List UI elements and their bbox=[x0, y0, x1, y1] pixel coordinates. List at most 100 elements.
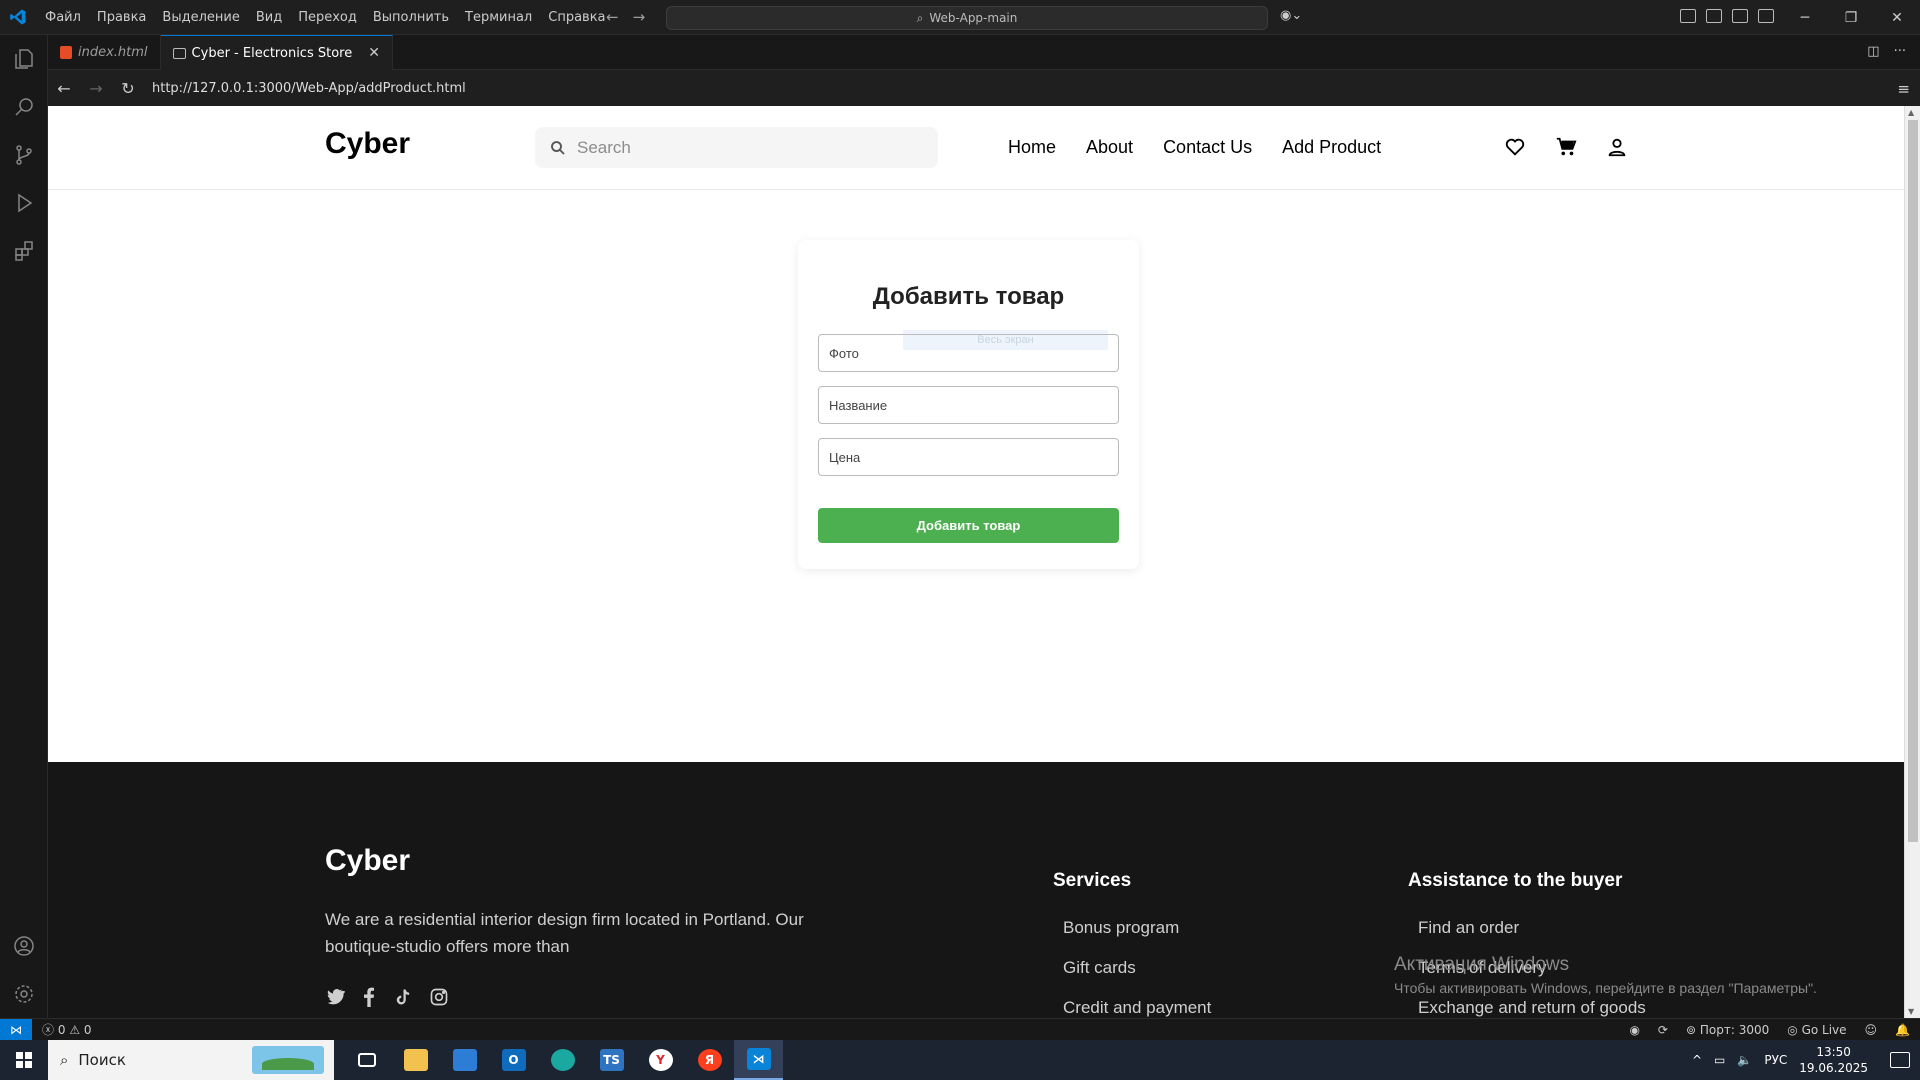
clock-time: 13:50 bbox=[1816, 1045, 1851, 1059]
preview-icon bbox=[172, 47, 186, 59]
taskbar-apps: O TS Y Я ⋊ bbox=[342, 1040, 783, 1080]
accounts-icon[interactable] bbox=[0, 922, 48, 970]
system-tray: ^ ▭ 🔈 РУС 13:50 19.06.2025 bbox=[1692, 1040, 1920, 1080]
customize-layout-icon[interactable] bbox=[1680, 9, 1696, 23]
menu-view[interactable]: Вид bbox=[248, 0, 290, 35]
site-logo[interactable]: Cyber bbox=[325, 127, 410, 161]
tab-simple-browser[interactable]: Cyber - Electronics Store ✕ bbox=[160, 35, 393, 70]
menu-go[interactable]: Переход bbox=[290, 0, 365, 35]
go-forward-icon[interactable]: → bbox=[633, 8, 646, 26]
nav-about[interactable]: About bbox=[1086, 137, 1133, 158]
editor-tabs: index.html Cyber - Electronics Store ✕ ◫… bbox=[48, 35, 1920, 70]
manage-gear-icon[interactable] bbox=[0, 970, 48, 1018]
problems-indicator[interactable]: ⓧ 0 ⚠ 0 bbox=[42, 1021, 92, 1038]
vscode-taskbar-icon[interactable]: ⋊ bbox=[734, 1040, 783, 1080]
start-button[interactable] bbox=[0, 1040, 48, 1080]
scrollbar-thumb[interactable] bbox=[1908, 120, 1918, 842]
tab-label: Cyber - Electronics Store bbox=[191, 45, 353, 61]
command-center[interactable]: ⌕ Web-App-main bbox=[666, 6, 1268, 30]
footer-link[interactable]: Find an order bbox=[1418, 918, 1646, 958]
more-actions-icon[interactable]: ··· bbox=[1894, 44, 1906, 59]
menu-selection[interactable]: Выделение bbox=[154, 0, 247, 35]
task-view-icon[interactable] bbox=[342, 1040, 391, 1080]
outlook-icon[interactable]: O bbox=[489, 1040, 538, 1080]
footer-link[interactable]: Credit and payment bbox=[1063, 998, 1211, 1018]
yandex-icon[interactable]: Я bbox=[685, 1040, 734, 1080]
menu-file[interactable]: Файл bbox=[37, 0, 89, 35]
footer-logo[interactable]: Cyber bbox=[325, 844, 410, 878]
wishlist-heart-icon[interactable] bbox=[1504, 136, 1526, 162]
tab-index-html[interactable]: index.html bbox=[48, 35, 161, 70]
clock[interactable]: 13:50 19.06.2025 bbox=[1799, 1044, 1868, 1076]
minimize-icon[interactable]: ─ bbox=[1782, 0, 1828, 35]
extensions-icon[interactable] bbox=[0, 227, 48, 275]
browser-reload-icon[interactable]: ↻ bbox=[112, 79, 144, 98]
typescript-app-icon[interactable]: TS bbox=[587, 1040, 636, 1080]
browser-menu-icon[interactable]: ≡ bbox=[1897, 80, 1910, 98]
twitter-icon[interactable] bbox=[325, 987, 346, 1012]
photo-field[interactable]: Фото bbox=[818, 334, 1119, 372]
footer-link[interactable]: Gift cards bbox=[1063, 958, 1211, 998]
action-center-icon[interactable] bbox=[1890, 1052, 1910, 1068]
volume-muted-icon[interactable]: 🔈 bbox=[1737, 1053, 1752, 1067]
tray-overflow-icon[interactable]: ^ bbox=[1692, 1053, 1702, 1067]
file-explorer-icon[interactable] bbox=[391, 1040, 440, 1080]
activity-bar-bottom bbox=[0, 922, 48, 1018]
port-indicator[interactable]: ⊚ Порт: 3000 bbox=[1686, 1023, 1769, 1037]
feedback-icon[interactable]: ☺ bbox=[1865, 1023, 1878, 1037]
copilot-icon[interactable]: ◉⌄ bbox=[1280, 8, 1302, 23]
nav-home[interactable]: Home bbox=[1008, 137, 1056, 158]
go-live-button[interactable]: ◎ Go Live bbox=[1787, 1023, 1846, 1037]
go-back-icon[interactable]: ← bbox=[606, 8, 619, 26]
edge-icon[interactable] bbox=[538, 1040, 587, 1080]
windows-logo-icon bbox=[16, 1052, 32, 1068]
page-scrollbar[interactable]: ▲ ▼ bbox=[1904, 106, 1920, 1018]
split-editor-icon[interactable]: ◫ bbox=[1867, 44, 1879, 59]
url-input[interactable]: http://127.0.0.1:3000/Web-App/addProduct… bbox=[152, 81, 466, 96]
go-live-icon: ◎ bbox=[1787, 1023, 1798, 1037]
services-heading: Services bbox=[1053, 870, 1132, 891]
close-tab-icon[interactable]: ✕ bbox=[368, 45, 380, 61]
site-search-input[interactable]: Search bbox=[535, 127, 938, 168]
tiktok-icon[interactable] bbox=[393, 987, 411, 1012]
run-debug-icon[interactable] bbox=[0, 179, 48, 227]
copilot-status-icon[interactable]: ◉ bbox=[1629, 1023, 1639, 1037]
toggle-secondary-sidebar-icon[interactable] bbox=[1758, 9, 1774, 23]
site-footer: Cyber We are a residential interior desi… bbox=[48, 762, 1904, 1018]
menu-run[interactable]: Выполнить bbox=[365, 0, 457, 35]
close-window-icon[interactable]: ✕ bbox=[1874, 0, 1920, 35]
microsoft-store-icon[interactable] bbox=[440, 1040, 489, 1080]
taskbar-search[interactable]: ⌕ Поиск bbox=[48, 1040, 334, 1080]
source-control-icon[interactable] bbox=[0, 131, 48, 179]
yandex-browser-icon[interactable]: Y bbox=[636, 1040, 685, 1080]
cart-icon[interactable] bbox=[1554, 136, 1578, 162]
search-icon[interactable] bbox=[0, 83, 48, 131]
add-product-button[interactable]: Добавить товар bbox=[818, 508, 1119, 543]
menu-terminal[interactable]: Терминал bbox=[457, 0, 540, 35]
footer-link[interactable]: Exchange and return of goods bbox=[1418, 998, 1646, 1018]
nav-add-product[interactable]: Add Product bbox=[1282, 137, 1381, 158]
network-icon[interactable]: ▭ bbox=[1714, 1053, 1725, 1067]
browser-back-icon[interactable]: ← bbox=[48, 79, 80, 98]
toggle-primary-sidebar-icon[interactable] bbox=[1706, 9, 1722, 23]
instagram-icon[interactable] bbox=[429, 987, 449, 1012]
menu-help[interactable]: Справка bbox=[540, 0, 613, 35]
go-live-label: Go Live bbox=[1801, 1023, 1847, 1037]
name-field[interactable]: Название bbox=[818, 386, 1119, 424]
scroll-down-icon[interactable]: ▼ bbox=[1908, 1007, 1914, 1016]
remote-indicator-icon[interactable]: ⋈ bbox=[0, 1018, 32, 1041]
user-account-icon[interactable] bbox=[1606, 136, 1628, 162]
sync-icon[interactable]: ⟳ bbox=[1658, 1023, 1668, 1037]
language-indicator[interactable]: РУС bbox=[1764, 1053, 1787, 1067]
footer-link[interactable]: Bonus program bbox=[1063, 918, 1211, 958]
menu-edit[interactable]: Правка bbox=[89, 0, 154, 35]
price-field[interactable]: Цена bbox=[818, 438, 1119, 476]
facebook-icon[interactable] bbox=[363, 987, 375, 1012]
nav-contact-us[interactable]: Contact Us bbox=[1163, 137, 1252, 158]
notifications-bell-icon[interactable]: 🔔 bbox=[1895, 1023, 1910, 1037]
explorer-icon[interactable] bbox=[0, 35, 48, 83]
scroll-up-icon[interactable]: ▲ bbox=[1908, 108, 1914, 117]
browser-forward-icon[interactable]: → bbox=[80, 79, 112, 98]
restore-icon[interactable]: ❐ bbox=[1828, 0, 1874, 35]
toggle-panel-icon[interactable] bbox=[1732, 9, 1748, 23]
